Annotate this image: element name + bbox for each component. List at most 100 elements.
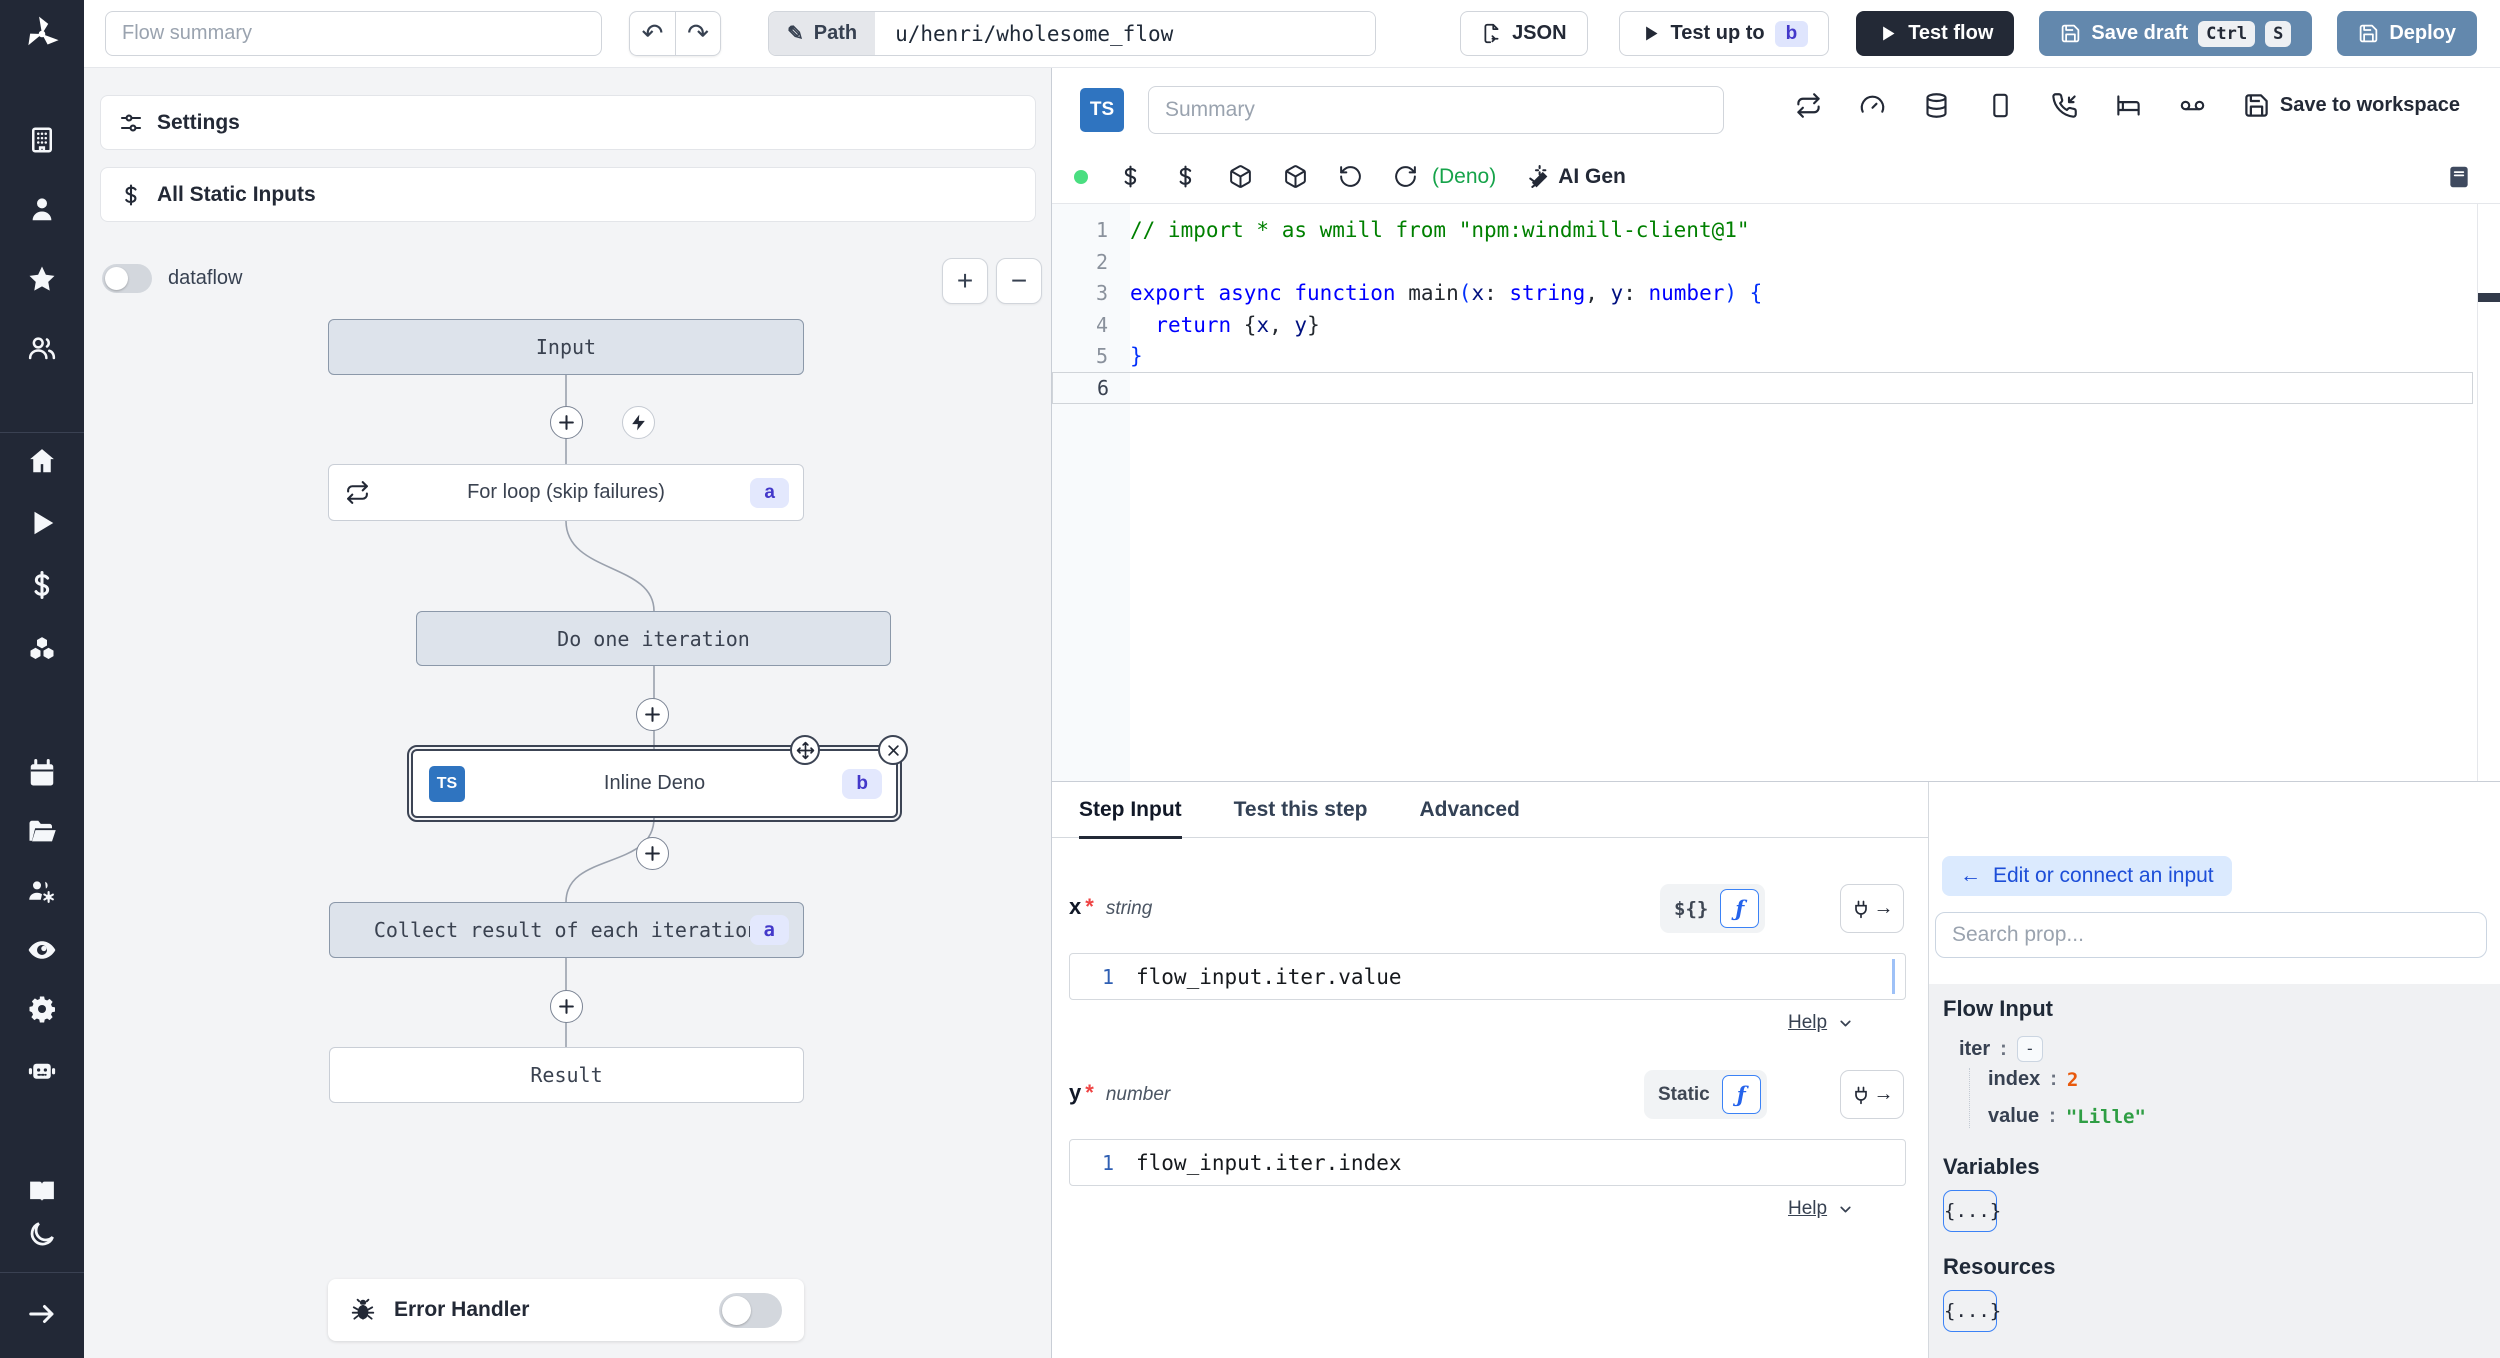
code-line-6[interactable]: 6 [1052, 371, 2473, 404]
node-collect-result[interactable]: Collect result of each iteration a [329, 902, 804, 958]
tree-row-iter[interactable]: iter : - [1959, 1036, 2486, 1062]
undo-button[interactable]: ↶ [629, 11, 675, 56]
dollar-icon[interactable] [25, 568, 59, 602]
node-input[interactable]: Input [328, 319, 804, 375]
dataflow-toggle[interactable] [102, 264, 152, 293]
node-result[interactable]: Result [329, 1047, 804, 1103]
add-step-button[interactable] [550, 990, 583, 1023]
repeat-icon[interactable] [1795, 92, 1822, 119]
y-mode-javascript[interactable]: ƒ [1721, 1075, 1761, 1114]
phone-incoming-icon[interactable] [2051, 92, 2078, 119]
json-button[interactable]: JSON [1460, 11, 1588, 56]
test-flow-button[interactable]: Test flow [1856, 11, 2015, 56]
building-icon[interactable] [25, 123, 59, 157]
runtime-label[interactable]: (Deno) [1432, 165, 1496, 189]
bug-icon [351, 1298, 375, 1320]
save-to-workspace-button[interactable]: Save to workspace [2243, 92, 2460, 119]
y-expression-editor[interactable]: 1 flow_input.iter.index [1069, 1139, 1906, 1186]
rotate-ccw-icon[interactable] [1338, 164, 1363, 189]
save-icon [2060, 23, 2081, 44]
play-icon[interactable] [25, 506, 59, 540]
moon-icon[interactable] [25, 1217, 59, 1251]
path-value[interactable]: u/henri/wholesome_flow [875, 12, 1376, 55]
users-gear-icon[interactable] [25, 874, 59, 908]
user-icon[interactable] [25, 192, 59, 226]
add-step-button[interactable] [636, 698, 669, 731]
star-icon[interactable] [25, 262, 59, 296]
bed-icon[interactable] [2115, 92, 2142, 119]
y-help-link[interactable]: Help [1788, 1198, 1854, 1220]
code-editor[interactable]: 1// import * as wmill from "npm:windmill… [1052, 204, 2477, 781]
ai-gen-button[interactable]: AI Gen [1524, 164, 1626, 189]
x-mode-javascript[interactable]: ƒ [1720, 889, 1760, 928]
x-mode-template[interactable]: ${} [1674, 898, 1708, 920]
voicemail-icon[interactable] [2179, 92, 2206, 119]
node-do-one-iteration[interactable]: Do one iteration [416, 611, 891, 666]
database-icon[interactable] [1923, 92, 1950, 119]
add-step-button[interactable] [550, 406, 583, 439]
collapse-toggle[interactable]: - [2016, 1036, 2043, 1062]
gauge-icon[interactable] [1859, 92, 1886, 119]
variables-object-button[interactable]: {...} [1943, 1190, 2001, 1232]
calendar-icon[interactable] [25, 756, 59, 790]
library-icon[interactable] [2446, 164, 2472, 195]
code-line-3[interactable]: 3 export async function main(x: string, y… [1052, 277, 2473, 309]
eye-icon[interactable] [25, 933, 59, 967]
all-static-inputs-button[interactable]: All Static Inputs [100, 167, 1036, 222]
book-open-icon[interactable] [25, 1174, 59, 1208]
zoom-out-button[interactable]: − [996, 258, 1042, 304]
flow-settings-button[interactable]: Settings [100, 95, 1036, 150]
save-draft-button[interactable]: Save draft Ctrl S [2039, 11, 2313, 56]
resources-object-button[interactable]: {...} [1943, 1290, 2001, 1332]
home-icon[interactable] [25, 444, 59, 478]
tree-row-index[interactable]: index : 2 [1988, 1068, 2486, 1091]
robot-icon[interactable] [25, 1053, 59, 1087]
node-inline-deno[interactable]: TS Inline Deno b [407, 735, 908, 822]
refresh-cw-icon[interactable] [1393, 164, 1418, 189]
folder-open-icon[interactable] [25, 815, 59, 849]
users-icon[interactable] [25, 331, 59, 365]
deploy-button[interactable]: Deploy [2337, 11, 2477, 56]
expand-arrow-icon[interactable] [25, 1297, 59, 1331]
x-expression-editor[interactable]: 1 flow_input.iter.value [1069, 953, 1906, 1000]
editor-scrollbar-thumb[interactable] [2478, 293, 2500, 302]
package-icon[interactable] [1228, 164, 1253, 189]
code-line-4[interactable]: 4 return {x, y} [1052, 309, 2473, 341]
tab-test-this-step[interactable]: Test this step [1234, 782, 1368, 838]
summary-input[interactable] [1148, 86, 1724, 134]
code-line-5[interactable]: 5} [1052, 340, 2473, 372]
windmill-logo[interactable] [0, 0, 84, 68]
add-step-button[interactable] [636, 837, 669, 870]
gear-icon[interactable] [25, 992, 59, 1026]
package-icon[interactable] [1283, 164, 1308, 189]
add-resource-button[interactable] [1173, 164, 1198, 189]
x-help-link[interactable]: Help [1788, 1012, 1854, 1034]
delete-step-button[interactable] [878, 735, 908, 765]
test-up-to-button[interactable]: Test up to b [1618, 11, 1830, 56]
boxes-icon[interactable] [25, 632, 59, 666]
add-variable-button[interactable] [1118, 164, 1143, 189]
arrow-left-icon: ← [1960, 864, 1981, 887]
play-filled-icon [1877, 23, 1898, 44]
zoom-in-button[interactable]: + [942, 258, 988, 304]
props-panel: ← Edit or connect an input Flow Input it… [1929, 782, 2500, 1358]
node-for-loop[interactable]: For loop (skip failures) a [328, 464, 804, 521]
path-group[interactable]: ✎ Path u/henri/wholesome_flow [768, 11, 1377, 56]
tab-step-input[interactable]: Step Input [1079, 782, 1182, 839]
flow-summary-input[interactable] [105, 11, 602, 56]
code-line-2[interactable]: 2 [1052, 246, 2473, 278]
search-prop-input[interactable] [1935, 912, 2487, 958]
error-handler-toggle[interactable] [719, 1292, 782, 1328]
tab-advanced[interactable]: Advanced [1419, 782, 1519, 838]
move-step-button[interactable] [790, 735, 820, 765]
smartphone-icon[interactable] [1987, 92, 2014, 119]
y-connect-input-button[interactable]: → [1840, 1070, 1904, 1119]
add-trigger-button[interactable] [622, 406, 655, 439]
redo-button[interactable]: ↷ [675, 11, 721, 56]
y-mode-static[interactable]: Static [1658, 1084, 1710, 1106]
edit-or-connect-button[interactable]: ← Edit or connect an input [1942, 856, 2232, 896]
tree-row-value[interactable]: value : "Lille" [1988, 1105, 2486, 1128]
x-connect-input-button[interactable]: → [1840, 884, 1904, 933]
repeat-icon [345, 480, 370, 505]
code-line-1[interactable]: 1// import * as wmill from "npm:windmill… [1052, 214, 2473, 246]
